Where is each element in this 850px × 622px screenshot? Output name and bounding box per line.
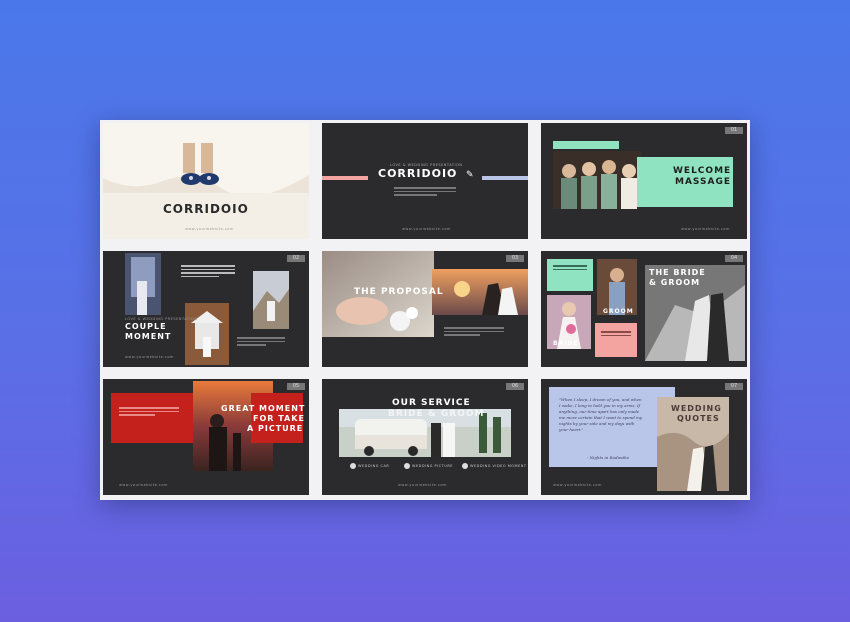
- service-item-1: WEDDING CAR: [358, 464, 390, 468]
- mint-bar: [553, 141, 619, 149]
- slide-bride-groom[interactable]: 04 GROOM BRIDE THE BRIDE & GROOM: [541, 251, 747, 367]
- slide-4-text: [237, 337, 285, 348]
- slide-cover-light[interactable]: CORRIDOIO www.yourwebsite.com: [103, 123, 309, 239]
- slide-4-quote: [181, 265, 235, 279]
- couple-rock-photo: [253, 271, 289, 329]
- slide-8-footer: www.yourwebsite.com: [398, 483, 447, 487]
- slide-7-text: [119, 407, 179, 418]
- sunset-couple-photo: [432, 269, 528, 315]
- slide-number: 04: [725, 255, 743, 262]
- slide-number: 06: [506, 383, 524, 390]
- slide-number: 07: [725, 383, 743, 390]
- bridesmaids-photo: [553, 151, 641, 209]
- camera-icon: [404, 463, 410, 469]
- pink-stripe: [322, 176, 368, 180]
- slide-great-moment[interactable]: 05 GREAT MOMENT FOR TAKE A PICTURE www.y…: [103, 379, 309, 495]
- slide-7-title-3: A PICTURE: [247, 424, 304, 433]
- slide-5-title: THE PROPOSAL: [354, 287, 444, 297]
- slide-2-title: CORRIDOIO: [378, 167, 458, 180]
- pink-card: [595, 323, 637, 357]
- slide-number: 03: [506, 255, 524, 262]
- slide-7-footer: www.yourwebsite.com: [119, 483, 168, 487]
- quote-text: "When I sleep, I dream of you, and when …: [559, 397, 643, 432]
- blue-stripe: [482, 176, 528, 180]
- slide-number: 02: [287, 255, 305, 262]
- slide-number: 01: [725, 127, 743, 134]
- slide-cover-dark[interactable]: LOVE & WEDDING PRESENTATION CORRIDOIO ✎ …: [322, 123, 528, 239]
- slide-number: 05: [287, 383, 305, 390]
- slide-7-title-1: GREAT MOMENT: [221, 404, 306, 413]
- slide-couple-moment[interactable]: 02 LOVE & WEDDING PRESENTATION COUPLE MO…: [103, 251, 309, 367]
- slide-welcome[interactable]: 01 WELCOME MASSAGE www.yourwebsite.com: [541, 123, 747, 239]
- slide-our-service[interactable]: 06 OUR SERVICE BRIDE & GROOM WEDDING CAR…: [322, 379, 528, 495]
- slide-grid: CORRIDOIO www.yourwebsite.com LOVE & WED…: [100, 120, 750, 500]
- slide-6-mint-text: [553, 265, 587, 272]
- slide-4-footer: www.yourwebsite.com: [125, 355, 174, 359]
- slide-5-text: [444, 327, 504, 338]
- slide-8-title-2: BRIDE & GROOM: [388, 409, 485, 419]
- slide-4-tagline: LOVE & WEDDING PRESENTATION: [125, 317, 198, 321]
- slide-2-footer: www.yourwebsite.com: [402, 227, 451, 231]
- couple-window-photo: [125, 253, 161, 315]
- video-icon: [462, 463, 468, 469]
- groom-label: GROOM: [603, 308, 634, 315]
- leaf-icon: ✎: [466, 169, 474, 179]
- slide-4-title-1: COUPLE: [125, 322, 167, 331]
- slide-1-title: CORRIDOIO: [163, 202, 249, 216]
- slide-9-footer: www.yourwebsite.com: [553, 483, 602, 487]
- service-item-3: WEDDING VIDEO MOMENT: [470, 464, 527, 468]
- slide-wedding-quotes[interactable]: 07 "When I sleep, I dream of you, and wh…: [541, 379, 747, 495]
- groom-photo: [597, 259, 637, 315]
- slide-6-title-2: & GROOM: [649, 278, 701, 287]
- slide-9-title-1: WEDDING: [671, 404, 722, 413]
- slide-6-pink-text: [601, 331, 631, 338]
- slide-1-footer: www.yourwebsite.com: [185, 227, 234, 231]
- service-item-2: WEDDING PICTURE: [412, 464, 453, 468]
- quote-author: - Nights in Rodanthe: [587, 455, 630, 460]
- red-box-left: [111, 393, 195, 443]
- slide-8-title-1: OUR SERVICE: [392, 398, 471, 408]
- gazebo-photo: [185, 303, 229, 365]
- bride-label: BRIDE: [553, 340, 579, 347]
- shoes-photo: [103, 123, 309, 239]
- slide-3-title-2: MASSAGE: [675, 177, 731, 187]
- slide-3-title-1: WELCOME: [673, 166, 732, 176]
- slide-3-footer: www.yourwebsite.com: [681, 227, 730, 231]
- car-icon: [350, 463, 356, 469]
- mint-card: [547, 259, 593, 291]
- slide-9-title-2: QUOTES: [677, 414, 720, 423]
- slide-2-text: [394, 187, 456, 198]
- slide-proposal[interactable]: 03 THE PROPOSAL: [322, 251, 528, 367]
- slide-4-title-2: MOMENT: [125, 332, 172, 341]
- slide-7-title-2: FOR TAKE: [253, 414, 305, 423]
- slide-6-title-1: THE BRIDE: [649, 268, 706, 277]
